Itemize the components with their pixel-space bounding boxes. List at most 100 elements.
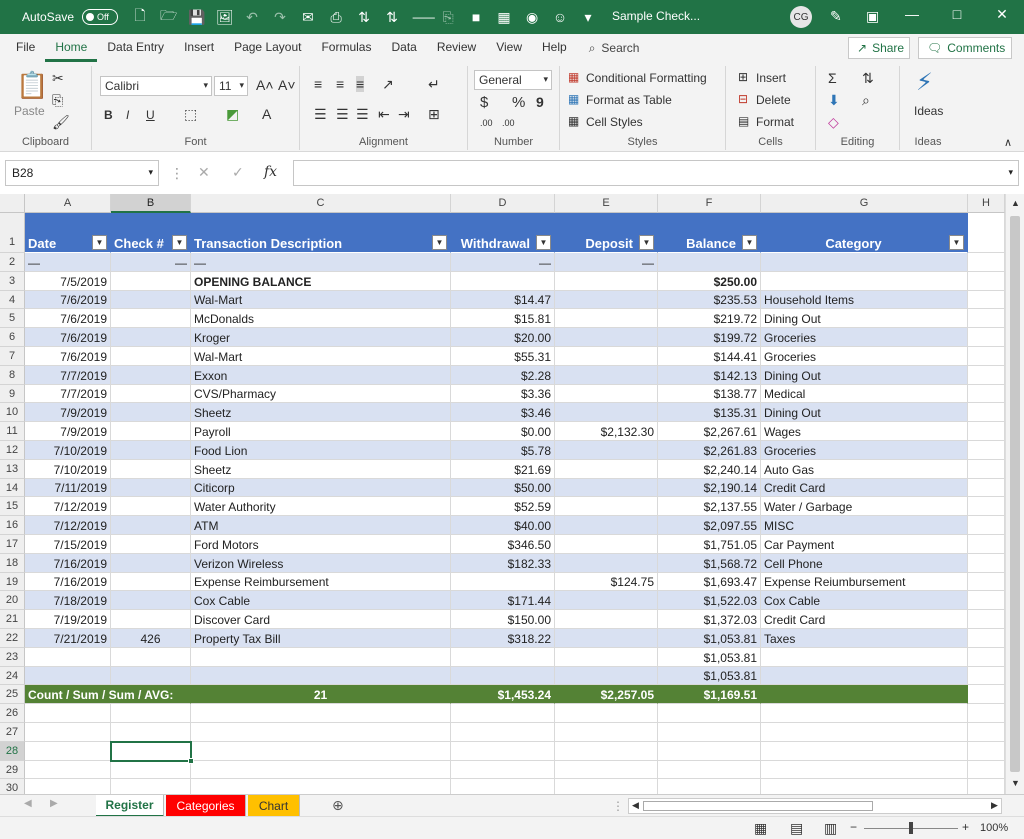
table-cell[interactable] [555,365,658,385]
table-cell[interactable]: 7/6/2019 [25,347,111,366]
table-cell[interactable]: $1,693.47 [658,572,761,592]
fill-color-icon[interactable]: ◩ [226,106,239,123]
empty-cell[interactable] [555,704,658,723]
empty-cell[interactable] [111,723,191,742]
table-cell[interactable] [555,610,658,629]
table-cell[interactable]: Sheetz [191,459,451,479]
table-cell[interactable] [658,253,761,272]
table-cell[interactable]: Dining Out [761,403,968,423]
empty-cell[interactable] [111,760,191,780]
table-cell[interactable]: — [191,253,451,272]
table-header-cell[interactable]: Deposit ▼ [555,213,658,253]
table-cell[interactable]: $3.46 [451,403,555,423]
table-cell[interactable] [555,403,658,423]
row-header[interactable]: 23 [0,647,25,667]
table-header-cell[interactable]: Balance ▼ [658,213,761,253]
fill-icon[interactable]: ⬇ [828,92,840,109]
table-cell[interactable]: Kroger [191,328,451,347]
table-cell[interactable]: 7/6/2019 [25,309,111,329]
table-cell[interactable]: $171.44 [451,591,555,611]
table-cell[interactable]: MISC [761,516,968,535]
table-cell[interactable] [111,591,191,611]
empty-cell[interactable] [761,760,968,780]
table-cell[interactable]: OPENING BALANCE [191,271,451,291]
table-cell[interactable] [111,403,191,423]
table-cell[interactable]: $2,240.14 [658,459,761,479]
table-cell[interactable]: 7/10/2019 [25,441,111,460]
image-icon[interactable]: 🖼 [216,9,234,26]
table-cell[interactable]: $15.81 [451,309,555,329]
table-cell[interactable]: Wages [761,422,968,441]
table-cell[interactable] [451,666,555,686]
table-cell[interactable]: Medical [761,384,968,404]
column-header-g[interactable]: G [761,194,968,213]
table-cell[interactable]: Water / Garbage [761,497,968,517]
table-cell[interactable]: $3.36 [451,384,555,404]
table-cell[interactable]: $124.75 [555,572,658,592]
table-cell[interactable] [111,610,191,629]
percent-button[interactable]: % [512,94,525,111]
align-center-icon[interactable]: ☰ [336,106,349,123]
table-header-cell[interactable]: Transaction Description ▼ [191,213,451,253]
ribbon-display-icon[interactable]: ▣ [866,8,879,25]
table-cell[interactable] [968,478,1005,498]
column-header-e[interactable]: E [555,194,658,213]
open-icon[interactable]: 🗁 [160,5,177,29]
autosum-icon[interactable]: Σ [828,70,837,86]
vertical-scrollbar[interactable]: ▲ ▼ [1005,194,1024,794]
empty-cell[interactable] [111,779,191,794]
table-cell[interactable]: $135.31 [658,403,761,423]
print-preview-icon[interactable]: ⎙ [328,9,344,26]
row-header[interactable]: 15 [0,497,25,517]
table-cell[interactable]: — [451,253,555,272]
conditional-formatting-button[interactable]: Conditional Formatting [586,71,707,85]
table-cell[interactable] [451,572,555,592]
row-header[interactable]: 17 [0,535,25,554]
tab-page-layout[interactable]: Page Layout [224,34,311,62]
table-cell[interactable] [968,572,1005,592]
table-cell[interactable]: Ford Motors [191,535,451,554]
table-icon[interactable]: ▦ [496,9,512,26]
ideas-lightning-icon[interactable]: ⚡ [916,68,933,97]
row-header[interactable]: 19 [0,572,25,592]
empty-cell[interactable] [191,760,451,780]
table-cell[interactable]: 7/19/2019 [25,610,111,629]
table-cell[interactable]: — [25,253,111,272]
empty-cell[interactable] [25,723,111,742]
row-header[interactable]: 30 [0,779,25,794]
maximize-icon[interactable]: □ [947,6,967,22]
row-header[interactable]: 12 [0,441,25,460]
table-cell[interactable] [111,647,191,667]
table-header-cell[interactable]: Category ▼ [761,213,968,253]
align-left-icon[interactable]: ☰ [314,106,327,123]
search-box[interactable]: ⌕ Search [589,41,640,56]
enter-icon[interactable]: ✓ [232,164,244,181]
empty-cell[interactable] [25,704,111,723]
table-cell[interactable] [111,365,191,385]
table-cell[interactable]: $318.22 [451,629,555,648]
table-cell[interactable] [555,328,658,347]
row-header[interactable]: 21 [0,610,25,629]
sheet-tab-chart[interactable]: Chart [248,795,300,817]
ideas-button[interactable]: Ideas [914,104,943,118]
wrap-text-icon[interactable]: ↵ [428,76,440,93]
scroll-left-icon[interactable]: ◀ [632,800,639,811]
table-cell[interactable] [968,666,1005,686]
table-cell[interactable] [555,516,658,535]
table-cell[interactable]: — [555,253,658,272]
decrease-decimal-button[interactable]: .00 [502,118,515,128]
zoom-in-icon[interactable]: + [962,820,969,834]
table-cell[interactable]: $2,261.83 [658,441,761,460]
normal-view-icon[interactable]: ▦ [754,820,767,837]
share-button[interactable]: ↗ Share [848,37,910,59]
vertical-scroll-thumb[interactable] [1010,216,1020,772]
table-cell[interactable] [555,535,658,554]
number-format-select[interactable]: General ▾ [474,70,552,90]
table-cell[interactable]: 7/9/2019 [25,422,111,441]
table-header-cell[interactable]: Withdrawal ▼ [451,213,555,253]
bold-button[interactable]: B [104,108,113,122]
font-size-select[interactable]: 11 ▾ [214,76,248,96]
row-header[interactable]: 10 [0,403,25,423]
table-cell[interactable] [555,290,658,310]
table-cell[interactable]: $235.53 [658,290,761,310]
